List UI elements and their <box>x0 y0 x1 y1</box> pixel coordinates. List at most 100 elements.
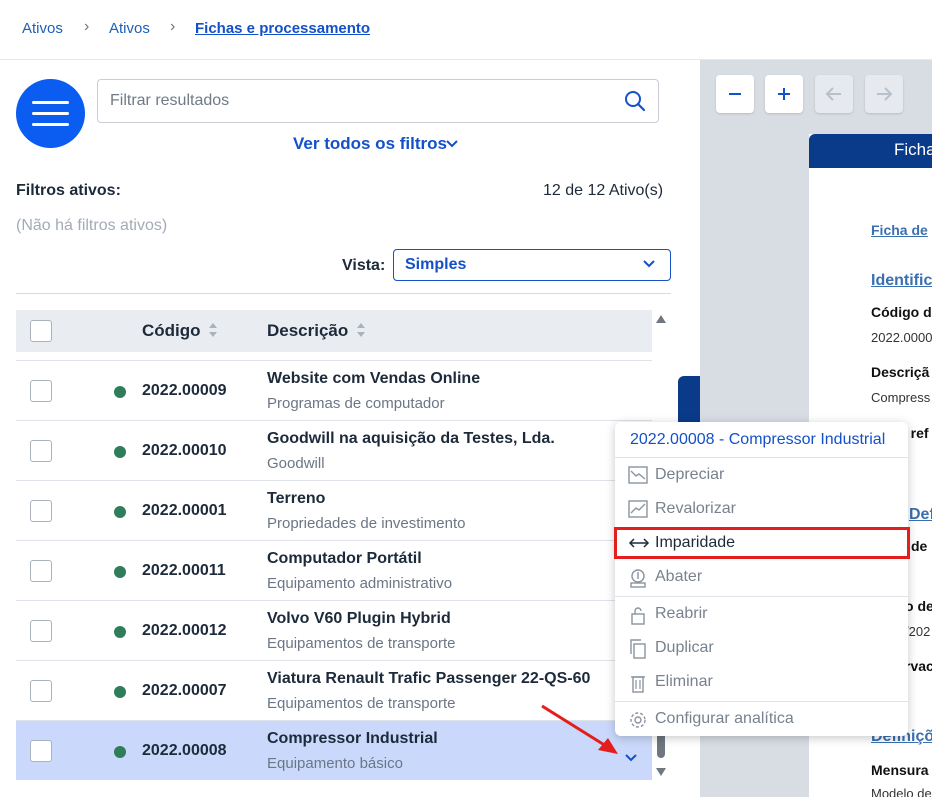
menu-item-depreciar[interactable]: Depreciar <box>615 459 908 491</box>
asset-category: Equipamento administrativo <box>267 575 453 592</box>
search-input[interactable] <box>110 90 610 112</box>
row-checkbox[interactable] <box>30 740 52 762</box>
table-header: Código Descrição <box>16 310 652 352</box>
asset-code: 2022.00007 <box>142 682 227 699</box>
menu-item-abater[interactable]: Abater <box>615 561 908 593</box>
doc-label: Mensura <box>871 762 929 778</box>
status-dot <box>114 746 126 758</box>
annotation-arrow <box>541 704 618 754</box>
menu-item-configurar-analitica[interactable]: Configurar analítica <box>615 703 908 735</box>
row-checkbox[interactable] <box>30 500 52 522</box>
column-header-description[interactable]: Descrição <box>267 321 348 341</box>
row-checkbox[interactable] <box>30 620 52 642</box>
row-checkbox[interactable] <box>30 680 52 702</box>
menu-item-revalorizar[interactable]: Revalorizar <box>615 493 908 525</box>
status-dot <box>114 506 126 518</box>
doc-section-title: Definiçõ <box>909 506 932 523</box>
asset-code: 2022.00010 <box>142 442 227 459</box>
all-filters-link[interactable]: Ver todos os filtros <box>293 134 447 154</box>
doc-label: Código d <box>871 304 932 320</box>
table-row[interactable]: 2022.00001 Terreno Propriedades de inves… <box>16 480 652 540</box>
doc-section-title: Identific <box>871 272 932 289</box>
hamburger-icon-line <box>32 112 69 115</box>
results-count: 12 de 12 Ativo(s) <box>543 182 664 199</box>
sort-icon[interactable] <box>356 322 366 338</box>
divider <box>615 457 908 458</box>
write-off-icon <box>630 569 646 588</box>
context-menu-title: 2022.00008 - Compressor Industrial <box>630 431 886 448</box>
doc-value: /202 <box>905 624 931 639</box>
scroll-up-arrow[interactable] <box>655 314 667 324</box>
search-box <box>97 79 659 123</box>
zoom-out-button[interactable] <box>716 75 754 113</box>
asset-code: 2022.00008 <box>142 742 227 759</box>
doc-link[interactable]: Ficha de <box>871 222 928 238</box>
next-page-button[interactable] <box>865 75 903 113</box>
highlight-box <box>614 527 910 559</box>
table-row[interactable]: 2022.00012 Volvo V60 Plugin Hybrid Equip… <box>16 600 652 660</box>
view-select-value: Simples <box>405 256 467 273</box>
view-select[interactable]: Simples <box>393 249 671 281</box>
chevron-down-icon <box>643 260 655 268</box>
menu-item-reabrir[interactable]: Reabrir <box>615 598 908 630</box>
zoom-in-button[interactable] <box>765 75 803 113</box>
plus-icon <box>778 88 790 100</box>
doc-value: 2022.0000 <box>871 330 932 345</box>
doc-value: Modelo de <box>871 786 932 797</box>
doc-label: o de <box>905 598 932 614</box>
hamburger-icon <box>32 101 69 104</box>
table-row[interactable]: 2022.00010 Goodwill na aquisição da Test… <box>16 420 652 480</box>
doc-label: rvac <box>905 658 932 674</box>
arrow-right-icon <box>877 87 893 101</box>
breadcrumb-current[interactable]: Fichas e processamento <box>195 20 370 37</box>
menu-item-label: Reabrir <box>655 605 708 622</box>
no-filters-text: (Não há filtros ativos) <box>16 217 168 234</box>
asset-category: Programas de computador <box>267 395 445 412</box>
search-icon[interactable] <box>624 90 646 112</box>
column-header-code[interactable]: Código <box>142 321 201 341</box>
breadcrumb-item-ativos-2[interactable]: Ativos <box>109 20 150 37</box>
menu-item-label: Abater <box>655 568 703 585</box>
scroll-down-arrow[interactable] <box>655 767 667 777</box>
select-all-checkbox[interactable] <box>30 320 52 342</box>
view-label: Vista: <box>342 257 386 274</box>
menu-item-label: Duplicar <box>655 639 714 656</box>
chevron-down-icon <box>625 754 637 762</box>
table-row[interactable]: 2022.00011 Computador Portátil Equipamen… <box>16 540 652 600</box>
asset-description: Viatura Renault Trafic Passenger 22-QS-6… <box>267 670 591 687</box>
menu-item-duplicar[interactable]: Duplicar <box>615 632 908 664</box>
doc-label: Descriçã <box>871 364 930 380</box>
status-dot <box>114 626 126 638</box>
sort-icon[interactable] <box>208 322 218 338</box>
active-filters-label: Filtros ativos: <box>16 182 121 199</box>
row-checkbox[interactable] <box>30 380 52 402</box>
status-dot <box>114 566 126 578</box>
asset-category: Propriedades de investimento <box>267 515 466 532</box>
asset-category: Equipamento básico <box>267 755 403 772</box>
revalue-chart-icon <box>628 500 648 518</box>
menu-button[interactable] <box>16 79 85 148</box>
chevron-right-icon: › <box>170 18 176 35</box>
hamburger-icon-line <box>32 123 69 126</box>
unlock-icon <box>631 607 645 625</box>
table-row[interactable]: 2022.00009 Website com Vendas Online Pro… <box>16 360 652 420</box>
menu-item-label: Revalorizar <box>655 500 736 517</box>
previous-page-button[interactable] <box>815 75 853 113</box>
status-dot <box>114 686 126 698</box>
status-dot <box>114 446 126 458</box>
asset-category: Goodwill <box>267 455 325 472</box>
gear-icon <box>630 712 646 728</box>
asset-description: Terreno <box>267 490 326 507</box>
asset-description: Goodwill na aquisição da Testes, Lda. <box>267 430 555 447</box>
menu-item-eliminar[interactable]: Eliminar <box>615 666 908 698</box>
depreciate-chart-icon <box>628 466 648 484</box>
breadcrumb-item-ativos[interactable]: Ativos <box>22 20 63 37</box>
asset-category: Equipamentos de transporte <box>267 635 456 652</box>
breadcrumb: Ativos › Ativos › Fichas e processamento <box>0 0 932 60</box>
asset-code: 2022.00012 <box>142 622 227 639</box>
row-checkbox[interactable] <box>30 560 52 582</box>
doc-value: Compress <box>871 390 931 405</box>
chevron-down-icon[interactable] <box>446 139 458 149</box>
row-checkbox[interactable] <box>30 440 52 462</box>
assets-list-panel: Ver todos os filtros Filtros ativos: 12 … <box>0 60 700 797</box>
